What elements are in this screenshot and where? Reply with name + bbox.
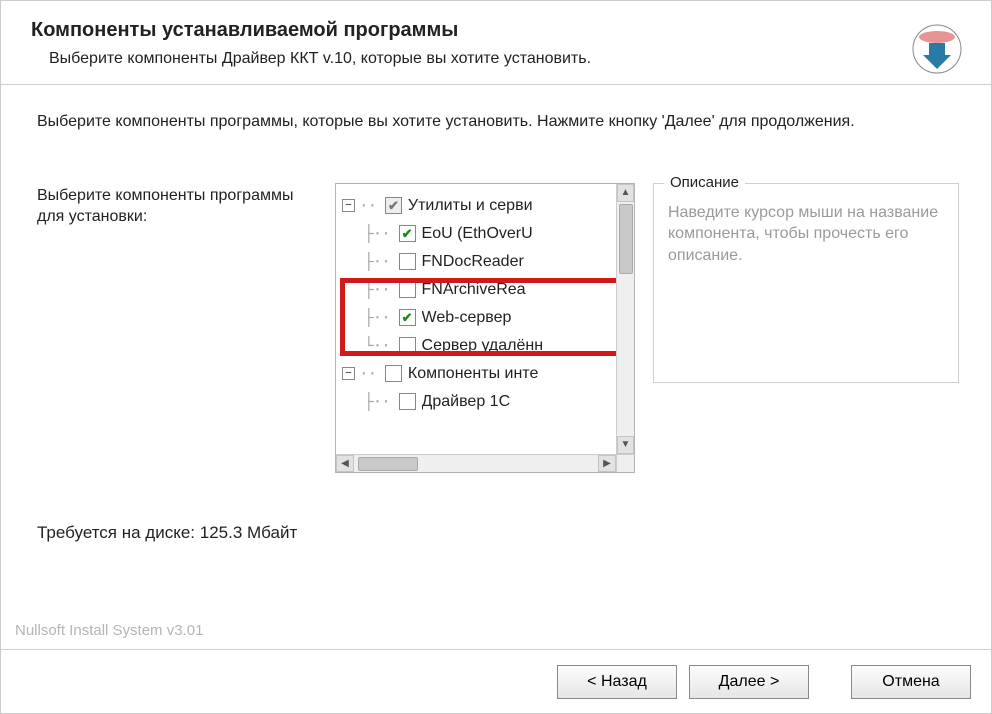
tree-item-driver1c[interactable]: ├·· Драйвер 1C [364, 388, 630, 416]
description-legend: Описание [664, 174, 745, 191]
description-text: Наведите курсор мыши на название компоне… [668, 202, 944, 267]
checkbox-partial-icon[interactable]: ✔ [385, 197, 402, 214]
tree-item-fndocreader[interactable]: ├·· FNDocReader [364, 248, 630, 276]
checkbox-unchecked-icon[interactable] [385, 365, 402, 382]
body: Выберите компоненты программы, которые в… [1, 85, 991, 553]
tree-group-integration[interactable]: − ·· Компоненты инте [342, 360, 630, 388]
checkbox-checked-icon[interactable]: ✔ [399, 309, 416, 326]
checkbox-unchecked-icon[interactable] [399, 281, 416, 298]
collapse-icon[interactable]: − [342, 199, 355, 212]
button-bar: < Назад Далее > Отмена [1, 649, 991, 713]
next-button[interactable]: Далее > [689, 665, 809, 699]
tree-content: − ·· ✔ Утилиты и серви ├·· ✔ EoU (EthOve… [336, 184, 634, 424]
scroll-thumb[interactable] [358, 457, 418, 471]
checkbox-unchecked-icon[interactable] [399, 337, 416, 354]
components-row: Выберите компоненты программы для устано… [37, 183, 959, 473]
scroll-left-icon[interactable]: ◀ [336, 455, 354, 472]
header: Компоненты устанавливаемой программы Выб… [1, 1, 991, 78]
installer-window: Компоненты устанавливаемой программы Выб… [0, 0, 992, 714]
checkbox-unchecked-icon[interactable] [399, 253, 416, 270]
checkbox-unchecked-icon[interactable] [399, 393, 416, 410]
components-tree[interactable]: − ·· ✔ Утилиты и серви ├·· ✔ EoU (EthOve… [335, 183, 635, 473]
collapse-icon[interactable]: − [342, 367, 355, 380]
back-button[interactable]: < Назад [557, 665, 677, 699]
checkbox-checked-icon[interactable]: ✔ [399, 225, 416, 242]
scroll-right-icon[interactable]: ▶ [598, 455, 616, 472]
instructions-text: Выберите компоненты программы, которые в… [37, 111, 917, 133]
cancel-button[interactable]: Отмена [851, 665, 971, 699]
components-label: Выберите компоненты программы для устано… [37, 183, 317, 473]
vertical-scrollbar[interactable]: ▲ ▼ [616, 184, 634, 454]
scroll-thumb[interactable] [619, 204, 633, 274]
horizontal-scrollbar[interactable]: ◀ ▶ [336, 454, 616, 472]
installer-version: Nullsoft Install System v3.01 [15, 622, 203, 639]
description-box: Описание Наведите курсор мыши на названи… [653, 183, 959, 383]
nsis-logo-icon [911, 23, 963, 75]
tree-item-remoteserver[interactable]: └·· Сервер удалённ [364, 332, 630, 360]
scroll-corner [616, 454, 634, 472]
tree-item-webserver[interactable]: ├·· ✔ Web-сервер [364, 304, 630, 332]
scroll-down-icon[interactable]: ▼ [617, 436, 634, 454]
tree-group-utilities[interactable]: − ·· ✔ Утилиты и серви [342, 192, 630, 220]
tree-item-eou[interactable]: ├·· ✔ EoU (EthOverU [364, 220, 630, 248]
scroll-up-icon[interactable]: ▲ [617, 184, 634, 202]
page-subtitle: Выберите компоненты Драйвер ККТ v.10, ко… [49, 50, 961, 68]
page-title: Компоненты устанавливаемой программы [31, 19, 961, 42]
disk-space-text: Требуется на диске: 125.3 Мбайт [37, 523, 959, 543]
tree-item-fnarchive[interactable]: ├·· FNArchiveRea [364, 276, 630, 304]
